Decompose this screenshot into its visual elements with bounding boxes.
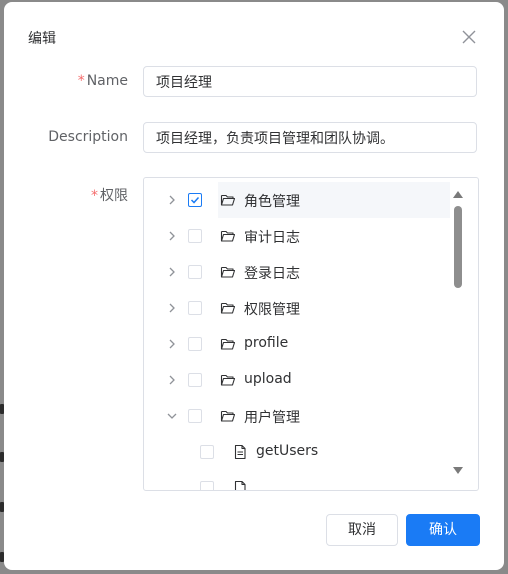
scroll-down-arrow-icon[interactable]: [453, 467, 463, 474]
scrollbar-thumb[interactable]: [454, 206, 462, 288]
folder-open-icon: [220, 338, 236, 350]
tree-node[interactable]: 审计日志: [144, 218, 450, 254]
tree-node-label: 登录日志: [244, 266, 300, 282]
name-input[interactable]: [143, 66, 477, 97]
tree-node[interactable]: profile: [144, 326, 450, 362]
checkbox[interactable]: [188, 373, 202, 387]
tree-node-label: upload: [244, 371, 292, 387]
chevron-right-icon[interactable]: [166, 194, 178, 206]
chevron-right-icon[interactable]: [166, 230, 178, 242]
tree-node-label: 审计日志: [244, 230, 300, 246]
checkbox[interactable]: [200, 445, 214, 459]
checkbox[interactable]: [200, 481, 214, 490]
chevron-right-icon[interactable]: [166, 374, 178, 386]
checkbox[interactable]: [188, 301, 202, 315]
tree-node-label: profile: [244, 335, 289, 351]
tree-node-child-partial: [144, 470, 450, 490]
tree-node[interactable]: upload: [144, 362, 450, 398]
close-button[interactable]: [460, 28, 478, 46]
folder-open-icon: [220, 266, 236, 278]
tree-node[interactable]: 登录日志: [144, 254, 450, 290]
confirm-button[interactable]: 确认: [406, 514, 480, 546]
tree-node-label: 角色管理: [244, 194, 300, 210]
checkbox[interactable]: [188, 229, 202, 243]
chevron-right-icon[interactable]: [166, 338, 178, 350]
checkbox[interactable]: [188, 337, 202, 351]
checkbox[interactable]: [188, 409, 202, 423]
description-label: Description: [48, 129, 128, 145]
folder-open-icon: [220, 302, 236, 314]
chevron-right-icon[interactable]: [166, 302, 178, 314]
description-input[interactable]: [143, 122, 477, 153]
cancel-button[interactable]: 取消: [326, 514, 398, 546]
document-icon: [234, 480, 246, 490]
tree-node-label: 权限管理: [244, 302, 300, 318]
permission-tree: 角色管理 审计日志 登录日志 权限管理 profile upload 用户管理 …: [143, 177, 479, 491]
tree-node: 角色管理: [144, 182, 450, 218]
folder-open-icon: [220, 230, 236, 242]
name-label: * Name: [77, 73, 128, 89]
chevron-right-icon[interactable]: [166, 266, 178, 278]
folder-open-icon: [220, 194, 236, 206]
check-icon: [190, 196, 200, 204]
tree-node-child[interactable]: getUsers: [144, 434, 450, 470]
scroll-up-arrow-icon[interactable]: [453, 191, 463, 198]
dialog-title: 编辑: [28, 31, 56, 47]
tree-node[interactable]: 权限管理: [144, 290, 450, 326]
chevron-down-icon[interactable]: [166, 410, 178, 422]
folder-open-icon: [220, 410, 236, 422]
checkbox[interactable]: [188, 265, 202, 279]
tree-node-label: getUsers: [256, 443, 319, 459]
tree-node[interactable]: 用户管理: [144, 398, 450, 434]
folder-open-icon: [220, 374, 236, 386]
tree-node-label: 用户管理: [244, 410, 300, 426]
close-icon: [462, 30, 476, 44]
document-icon: [234, 444, 246, 460]
checkbox[interactable]: [188, 193, 202, 207]
permissions-label: * 权限: [91, 188, 128, 204]
edit-dialog: 编辑 *Name Description *权限 角色管理: [4, 2, 504, 570]
